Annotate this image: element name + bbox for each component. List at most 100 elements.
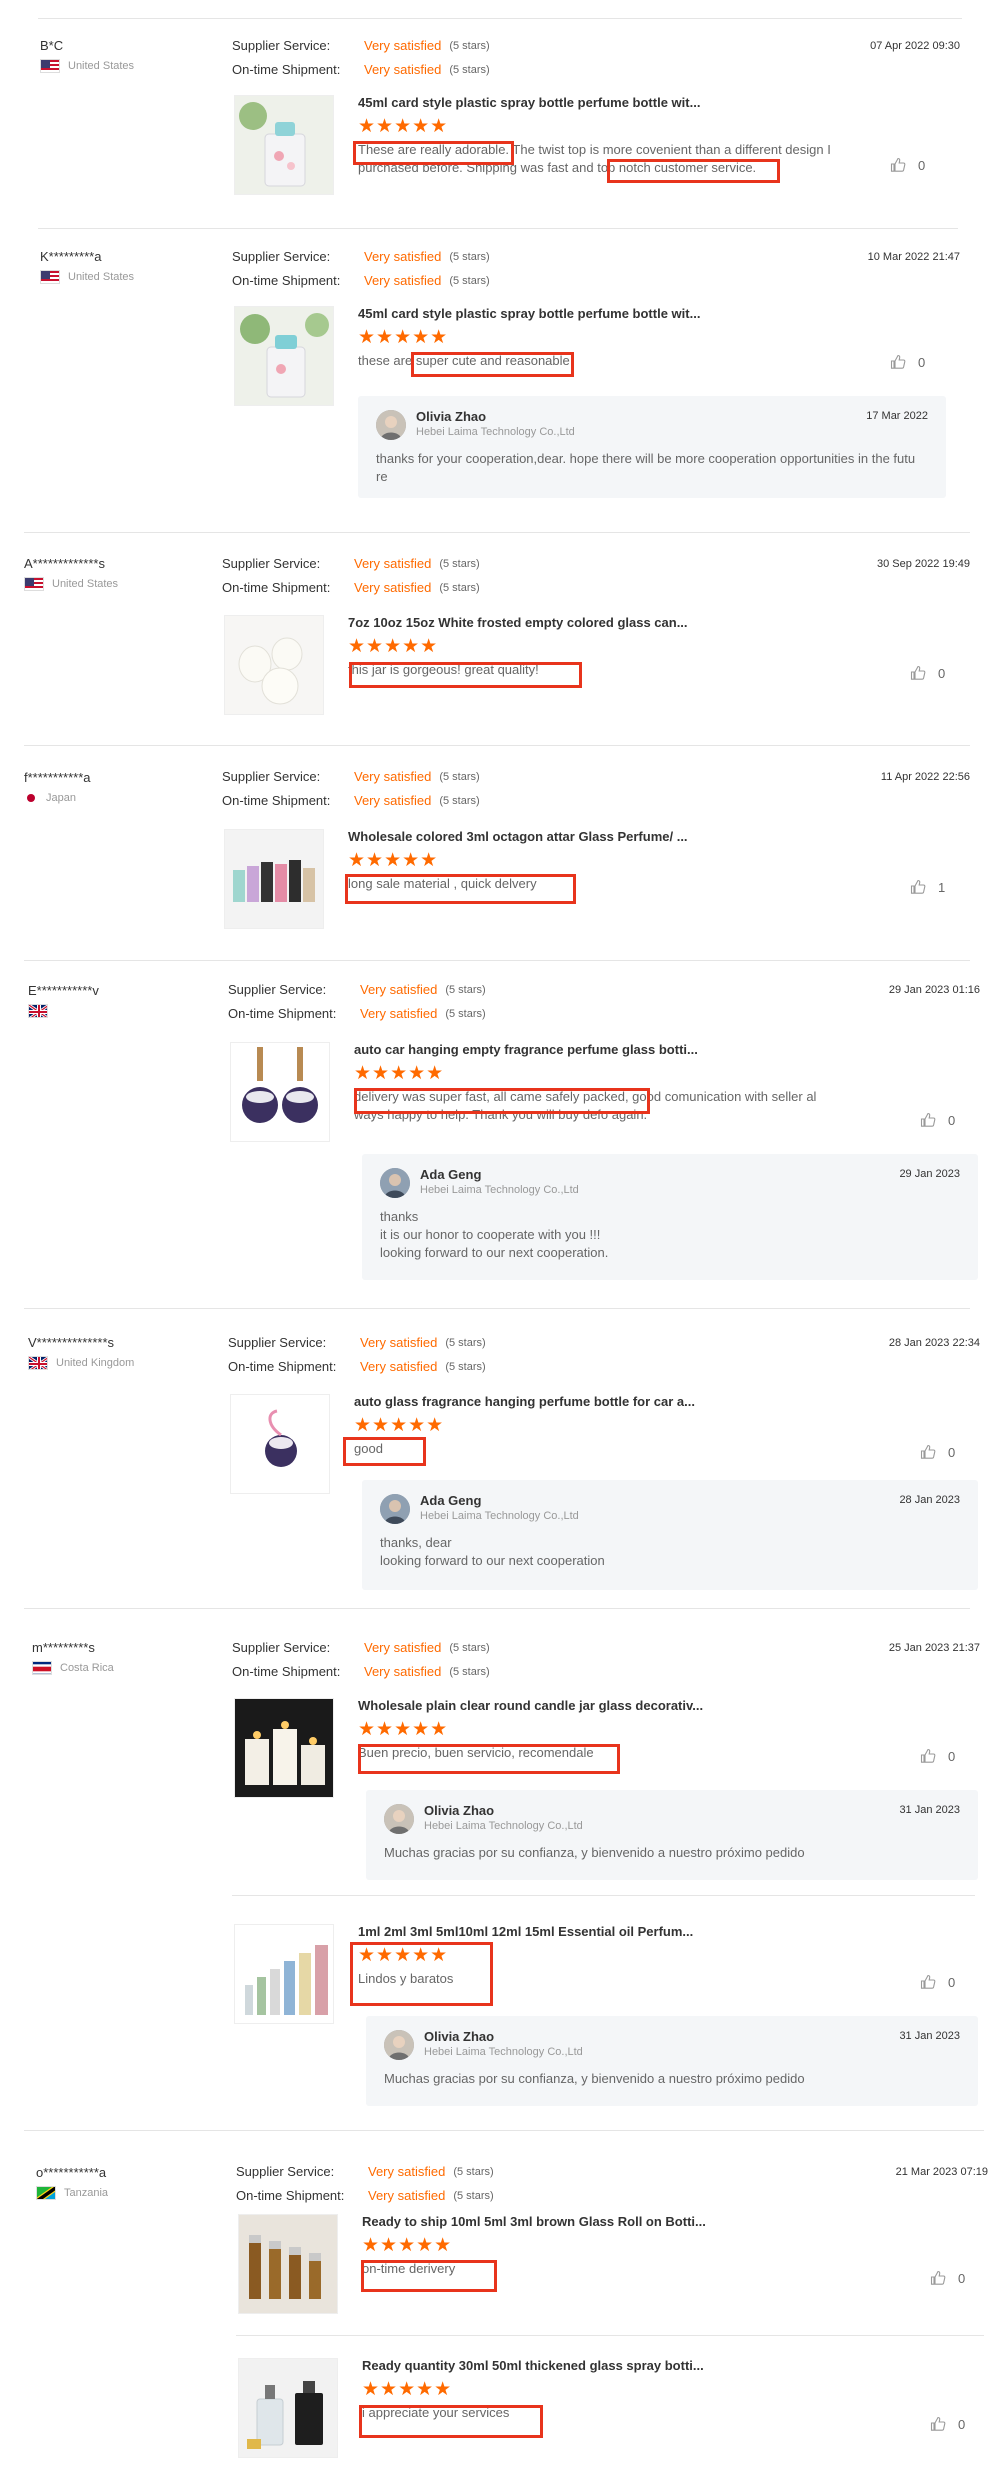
reviewer-country: Tanzania <box>36 2186 108 2200</box>
like-button[interactable]: 0 <box>890 354 925 370</box>
highlight-box <box>361 2260 497 2292</box>
like-button[interactable]: 0 <box>910 665 945 681</box>
on-time-shipment-label: On-time Shipment: <box>228 1006 337 1021</box>
supplier-reply: Ada Geng Hebei Laima Technology Co.,Ltd … <box>362 1154 978 1280</box>
on-time-shipment-label: On-time Shipment: <box>236 2188 345 2203</box>
separator <box>38 228 958 229</box>
like-count: 0 <box>958 2270 966 2286</box>
like-button[interactable]: 0 <box>920 1444 955 1460</box>
reviewer-name: V**************s <box>28 1335 114 1350</box>
rating-stars: ★★★★★ <box>354 1415 445 1436</box>
reply-date: 17 Mar 2022 <box>866 410 928 422</box>
like-button[interactable]: 0 <box>920 1112 955 1128</box>
product-image[interactable] <box>234 1698 334 1798</box>
thumbs-up-icon <box>920 1444 936 1459</box>
product-image[interactable] <box>224 829 324 929</box>
like-button[interactable]: 0 <box>890 157 925 173</box>
reviewer-country: United Kingdom <box>28 1356 134 1370</box>
review-item: 45ml card style plastic spray bottle per… <box>234 95 974 205</box>
highlight-box <box>353 141 514 165</box>
product-image[interactable] <box>230 1042 330 1142</box>
reviewer-name: K*********a <box>40 249 102 264</box>
product-title[interactable]: 45ml card style plastic spray bottle per… <box>358 306 700 321</box>
country-name: United States <box>68 60 135 72</box>
product-title[interactable]: 7oz 10oz 15oz White frosted empty colore… <box>348 615 688 630</box>
like-button[interactable]: 0 <box>930 2416 965 2432</box>
reply-author: Olivia Zhao <box>416 409 487 424</box>
reply-company: Hebei Laima Technology Co.,Ltd <box>416 426 575 438</box>
supplier-reply: Olivia Zhao Hebei Laima Technology Co.,L… <box>366 1790 978 1880</box>
product-title[interactable]: auto glass fragrance hanging perfume bot… <box>354 1394 695 1409</box>
product-title[interactable]: Ready quantity 30ml 50ml thickened glass… <box>362 2358 704 2373</box>
highlight-box <box>345 874 576 904</box>
product-title[interactable]: Wholesale plain clear round candle jar g… <box>358 1698 703 1713</box>
japan-flag-icon <box>24 791 38 805</box>
product-image[interactable] <box>234 306 334 406</box>
thumbs-up-icon <box>920 1112 936 1127</box>
ratings: Supplier Service: Very satisfied (5 stars)… <box>236 2160 494 2208</box>
review-date: 10 Mar 2022 21:47 <box>867 251 960 263</box>
product-title[interactable]: auto car hanging empty fragrance perfume… <box>354 1042 698 1057</box>
like-button[interactable]: 0 <box>920 1974 955 1990</box>
product-image[interactable] <box>238 2358 338 2458</box>
us-flag-icon <box>40 59 60 73</box>
supplier-service-value: Very satisfied <box>364 38 442 53</box>
thumbs-up-icon <box>890 157 906 172</box>
uk-flag-icon <box>28 1356 48 1370</box>
supplier-service-stars: (5 stars) <box>445 984 486 996</box>
thumbs-up-icon <box>930 2416 946 2431</box>
reviewer: B*C United States <box>40 38 134 73</box>
supplier-service-value: Very satisfied <box>354 556 432 571</box>
rating-stars: ★★★★★ <box>358 1719 449 1740</box>
on-time-shipment-label: On-time Shipment: <box>222 580 331 595</box>
supplier-service-label: Supplier Service: <box>232 38 331 53</box>
product-image[interactable] <box>230 1394 330 1494</box>
like-count: 0 <box>938 665 946 681</box>
avatar <box>380 1494 410 1524</box>
review-item: Ready to ship 10ml 5ml 3ml brown Glass R… <box>238 2214 980 2314</box>
reply-date: 31 Jan 2023 <box>899 2030 960 2042</box>
reviewer: o***********a Tanzania <box>36 2165 108 2200</box>
review-date: 28 Jan 2023 22:34 <box>888 1337 980 1349</box>
like-button[interactable]: 1 <box>910 879 945 895</box>
highlight-box <box>359 2405 543 2438</box>
product-title[interactable]: 45ml card style plastic spray bottle per… <box>358 95 700 110</box>
highlight-box <box>358 1744 620 1774</box>
product-image[interactable] <box>234 1924 334 2024</box>
supplier-service-stars: (5 stars) <box>449 1642 490 1654</box>
on-time-shipment-label: On-time Shipment: <box>222 793 331 808</box>
supplier-service-label: Supplier Service: <box>222 556 321 571</box>
rating-stars: ★★★★★ <box>362 2379 453 2400</box>
like-button[interactable]: 0 <box>930 2270 965 2286</box>
product-title[interactable]: Ready to ship 10ml 5ml 3ml brown Glass R… <box>362 2214 706 2229</box>
reply-text: Muchas gracias por su confianza, y bienv… <box>384 1845 805 1860</box>
review-item: 1ml 2ml 3ml 5ml10ml 12ml 15ml Essential … <box>234 1924 980 2024</box>
ratings: Supplier Service: Very satisfied (5 stars)… <box>232 34 490 82</box>
thumbs-up-icon <box>930 2270 946 2285</box>
like-count: 0 <box>948 1748 956 1764</box>
on-time-shipment-label: On-time Shipment: <box>232 62 341 77</box>
on-time-shipment-value: Very satisfied <box>360 1006 438 1021</box>
supplier-service-value: Very satisfied <box>360 1335 438 1350</box>
reviewer: E***********v <box>28 983 99 1018</box>
product-title[interactable]: 1ml 2ml 3ml 5ml10ml 12ml 15ml Essential … <box>358 1924 693 1939</box>
highlight-box <box>349 662 582 688</box>
supplier-service-stars: (5 stars) <box>439 771 480 783</box>
product-title[interactable]: Wholesale colored 3ml octagon attar Glas… <box>348 829 688 844</box>
country-name: United States <box>52 578 119 590</box>
supplier-service-label: Supplier Service: <box>232 1640 331 1655</box>
product-image[interactable] <box>238 2214 338 2314</box>
highlight-box <box>343 1437 426 1466</box>
uk-flag-icon <box>28 1004 48 1018</box>
product-image[interactable] <box>234 95 334 195</box>
reply-date: 28 Jan 2023 <box>899 1494 960 1506</box>
on-time-shipment-label: On-time Shipment: <box>232 273 341 288</box>
like-count: 0 <box>948 1444 956 1460</box>
supplier-service-stars: (5 stars) <box>449 251 490 263</box>
reply-date: 29 Jan 2023 <box>899 1168 960 1180</box>
supplier-reply: Olivia Zhao Hebei Laima Technology Co.,L… <box>358 396 946 498</box>
product-image[interactable] <box>224 615 324 715</box>
like-button[interactable]: 0 <box>920 1748 955 1764</box>
review-item: 7oz 10oz 15oz White frosted empty colore… <box>224 615 964 715</box>
like-count: 0 <box>918 157 926 173</box>
